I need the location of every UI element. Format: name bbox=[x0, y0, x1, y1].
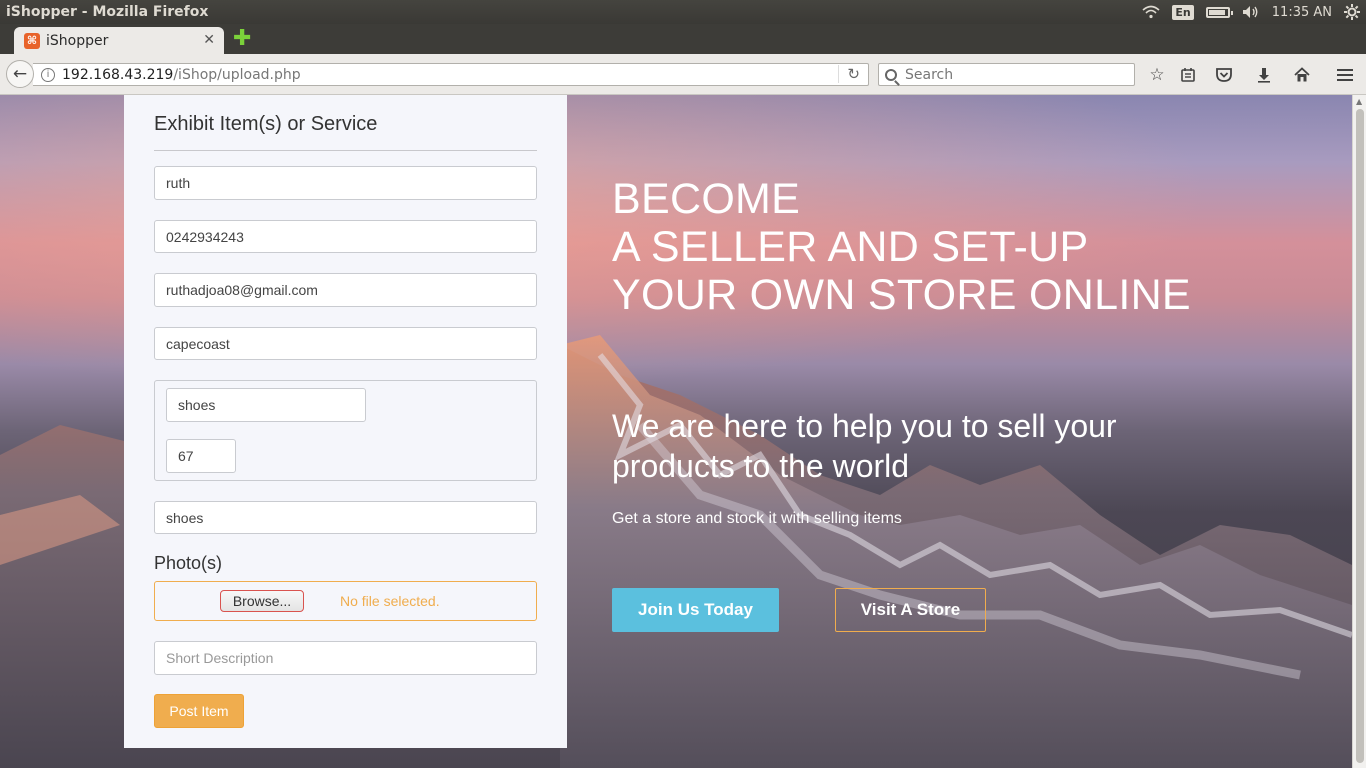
home-icon[interactable] bbox=[1291, 64, 1313, 86]
clock[interactable]: 11:35 AN bbox=[1272, 0, 1332, 24]
pocket-icon[interactable] bbox=[1213, 64, 1235, 86]
tab-title: iShopper bbox=[46, 32, 109, 49]
form-heading: Exhibit Item(s) or Service bbox=[154, 113, 378, 135]
url-path: /iShop/upload.php bbox=[173, 66, 301, 83]
hero-title: BECOME A SELLER AND SET-UP YOUR OWN STOR… bbox=[612, 175, 1191, 319]
scroll-up-arrow-icon[interactable]: ▲ bbox=[1356, 97, 1362, 106]
upload-form-panel: Exhibit Item(s) or Service ruth 02429342… bbox=[124, 95, 567, 748]
tab-strip: ⌘ iShopper ✕ ✚ bbox=[0, 24, 1366, 54]
window-title: iShopper - Mozilla Firefox bbox=[6, 4, 209, 20]
url-host: 192.168.43.219 bbox=[62, 66, 174, 83]
post-item-button[interactable]: Post Item bbox=[154, 694, 244, 728]
page-scrollbar[interactable]: ▲ bbox=[1352, 95, 1366, 768]
search-placeholder: Search bbox=[905, 66, 954, 83]
photo-file-input[interactable]: Browse... No file selected. bbox=[154, 581, 537, 621]
hero-tagline: Get a store and stock it with selling it… bbox=[612, 510, 902, 527]
back-button[interactable]: ← bbox=[6, 60, 34, 88]
item-price-field[interactable]: 67 bbox=[166, 439, 236, 473]
site-info-icon[interactable]: i bbox=[41, 67, 55, 82]
scrollbar-thumb[interactable] bbox=[1356, 109, 1364, 763]
hamburger-menu-icon[interactable] bbox=[1334, 64, 1356, 86]
wifi-icon[interactable] bbox=[1142, 0, 1160, 24]
short-description-field[interactable]: Short Description bbox=[154, 641, 537, 675]
window-titlebar: iShopper - Mozilla Firefox En 11:35 AN bbox=[0, 0, 1366, 24]
heading-divider bbox=[154, 150, 537, 151]
navigation-toolbar: i 192.168.43.219/iShop/upload.php ↻ ← Se… bbox=[0, 54, 1366, 95]
visit-store-button[interactable]: Visit A Store bbox=[835, 588, 986, 632]
seller-name-field[interactable]: ruth bbox=[154, 166, 537, 200]
item-name-field[interactable]: shoes bbox=[166, 388, 366, 422]
volume-icon[interactable] bbox=[1242, 0, 1260, 24]
close-tab-icon[interactable]: ✕ bbox=[203, 32, 215, 48]
join-us-button[interactable]: Join Us Today bbox=[612, 588, 779, 632]
keyboard-language-indicator[interactable]: En bbox=[1172, 4, 1194, 20]
settings-gear-icon[interactable] bbox=[1344, 0, 1360, 24]
hero-subtitle: We are here to help you to sell your pro… bbox=[612, 408, 1117, 484]
item-details-group: shoes 67 bbox=[154, 380, 537, 481]
system-tray: En 11:35 AN bbox=[1142, 0, 1366, 24]
photo-label: Photo(s) bbox=[154, 553, 223, 573]
browser-tab[interactable]: ⌘ iShopper ✕ bbox=[14, 27, 224, 54]
email-field[interactable]: ruthadjoa08@gmail.com bbox=[154, 273, 537, 307]
reload-icon[interactable]: ↻ bbox=[838, 65, 860, 83]
battery-icon[interactable] bbox=[1205, 0, 1233, 24]
site-favicon-icon: ⌘ bbox=[24, 32, 40, 49]
downloads-icon[interactable] bbox=[1253, 64, 1275, 86]
back-arrow-icon: ← bbox=[12, 64, 28, 84]
hero-title-line-2: A SELLER AND SET-UP bbox=[612, 223, 1089, 271]
file-status-text: No file selected. bbox=[340, 593, 440, 609]
location-field[interactable]: capecoast bbox=[154, 327, 537, 360]
new-tab-plus-icon[interactable]: ✚ bbox=[233, 28, 251, 50]
reading-list-icon[interactable] bbox=[1177, 64, 1199, 86]
category-field[interactable]: shoes bbox=[154, 501, 537, 534]
search-icon bbox=[885, 68, 897, 81]
hero-title-line-1: BECOME bbox=[612, 175, 801, 223]
browse-button[interactable]: Browse... bbox=[220, 590, 304, 612]
phone-field[interactable]: 0242934243 bbox=[154, 220, 537, 253]
search-input[interactable]: Search bbox=[878, 63, 1135, 86]
bookmark-star-icon[interactable]: ☆ bbox=[1146, 64, 1168, 86]
page-viewport: Exhibit Item(s) or Service ruth 02429342… bbox=[0, 95, 1352, 768]
url-bar[interactable]: i 192.168.43.219/iShop/upload.php ↻ bbox=[33, 63, 869, 86]
hero-title-line-3: YOUR OWN STORE ONLINE bbox=[612, 271, 1191, 319]
